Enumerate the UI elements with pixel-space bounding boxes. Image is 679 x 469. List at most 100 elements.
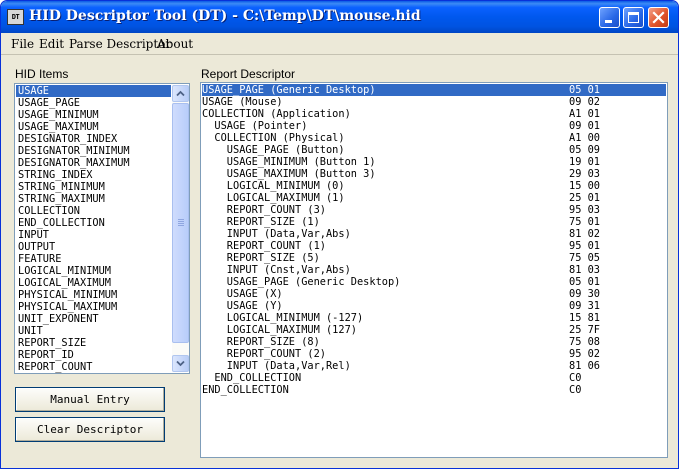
descriptor-row[interactable]: USAGE_MAXIMUM (Button 3) 29 03 <box>202 168 666 180</box>
descriptor-item-text: USAGE (Y) <box>202 300 283 312</box>
minimize-button[interactable] <box>599 7 620 28</box>
descriptor-bytes: 29 03 <box>569 168 600 180</box>
list-item[interactable]: USAGE <box>16 85 171 97</box>
app-icon[interactable]: DT <box>7 9 24 25</box>
descriptor-row[interactable]: LOGICAL_MINIMUM (0) 15 00 <box>202 180 666 192</box>
descriptor-row[interactable]: INPUT (Cnst,Var,Abs) 81 03 <box>202 264 666 276</box>
descriptor-bytes: 81 02 <box>569 228 600 240</box>
descriptor-bytes: 09 01 <box>569 120 600 132</box>
descriptor-bytes: 25 01 <box>569 192 600 204</box>
list-item[interactable]: LOGICAL_MAXIMUM <box>16 277 171 289</box>
list-item[interactable]: DESIGNATOR_MINIMUM <box>16 145 171 157</box>
report-descriptor-label: Report Descriptor <box>201 67 296 81</box>
descriptor-bytes: 05 01 <box>569 84 600 96</box>
descriptor-bytes: 15 00 <box>569 180 600 192</box>
list-item[interactable]: REPORT_SIZE <box>16 337 171 349</box>
list-item[interactable]: DESIGNATOR_INDEX <box>16 133 171 145</box>
list-item[interactable]: USAGE_PAGE <box>16 97 171 109</box>
descriptor-row[interactable]: USAGE_PAGE (Button) 05 09 <box>202 144 666 156</box>
descriptor-row[interactable]: REPORT_SIZE (5) 75 05 <box>202 252 666 264</box>
list-item[interactable]: STRING_INDEX <box>16 169 171 181</box>
list-item[interactable]: STRING_MINIMUM <box>16 181 171 193</box>
descriptor-item-text: END_COLLECTION <box>202 372 302 384</box>
descriptor-row[interactable]: REPORT_COUNT (2) 95 02 <box>202 348 666 360</box>
hid-items-list[interactable]: USAGE USAGE_PAGE USAGE_MINIMUM USAGE_MAXIMU… <box>14 83 190 374</box>
menu-edit[interactable]: Edit <box>39 37 64 51</box>
maximize-button[interactable] <box>623 7 644 28</box>
title-bar[interactable]: DT HID Descriptor Tool (DT) - C:\Temp\DT… <box>1 1 678 33</box>
descriptor-bytes: C0 <box>569 384 582 396</box>
hid-items-scrollbar[interactable] <box>172 85 189 372</box>
descriptor-row[interactable]: REPORT_COUNT (1) 95 01 <box>202 240 666 252</box>
descriptor-row[interactable]: INPUT (Data,Var,Rel) 81 06 <box>202 360 666 372</box>
list-item[interactable]: INPUT <box>16 229 171 241</box>
descriptor-item-text: REPORT_SIZE (1) <box>202 216 320 228</box>
list-item[interactable]: REPORT_ID <box>16 349 171 361</box>
menu-about[interactable]: About <box>157 37 193 51</box>
descriptor-item-text: REPORT_SIZE (5) <box>202 252 320 264</box>
descriptor-row[interactable]: USAGE_MINIMUM (Button 1) 19 01 <box>202 156 666 168</box>
descriptor-row[interactable]: REPORT_COUNT (3) 95 03 <box>202 204 666 216</box>
descriptor-bytes: 09 31 <box>569 300 600 312</box>
descriptor-row[interactable]: REPORT_SIZE (8) 75 08 <box>202 336 666 348</box>
list-item[interactable]: DESIGNATOR_MAXIMUM <box>16 157 171 169</box>
list-item[interactable]: REPORT_COUNT <box>16 361 171 373</box>
descriptor-row[interactable]: USAGE_PAGE (Generic Desktop) 05 01 <box>202 276 666 288</box>
report-descriptor-container: USAGE_PAGE (Generic Desktop) 05 01 USAGE (… <box>202 84 666 396</box>
descriptor-bytes: 09 02 <box>569 96 600 108</box>
descriptor-item-text: USAGE (X) <box>202 288 283 300</box>
list-item[interactable]: OUTPUT <box>16 241 171 253</box>
descriptor-row[interactable]: USAGE (Y) 09 31 <box>202 300 666 312</box>
list-item[interactable]: FEATURE <box>16 253 171 265</box>
descriptor-row[interactable]: INPUT (Data,Var,Abs) 81 02 <box>202 228 666 240</box>
list-item[interactable]: END_COLLECTION <box>16 217 171 229</box>
descriptor-row[interactable]: USAGE (Pointer) 09 01 <box>202 120 666 132</box>
scroll-down-button[interactable] <box>172 355 189 372</box>
list-item[interactable]: PHYSICAL_MINIMUM <box>16 289 171 301</box>
list-item[interactable]: USAGE_MINIMUM <box>16 109 171 121</box>
descriptor-bytes: 75 08 <box>569 336 600 348</box>
manual-entry-button[interactable]: Manual Entry <box>15 387 165 412</box>
descriptor-bytes: 09 30 <box>569 288 600 300</box>
menu-file[interactable]: File <box>11 37 34 51</box>
descriptor-row[interactable]: END_COLLECTION C0 <box>202 372 666 384</box>
descriptor-bytes: 95 03 <box>569 204 600 216</box>
menu-parse-descriptor[interactable]: Parse Descriptor <box>69 37 171 51</box>
descriptor-row[interactable]: COLLECTION (Physical) A1 00 <box>202 132 666 144</box>
list-item[interactable]: COLLECTION <box>16 205 171 217</box>
descriptor-item-text: USAGE_PAGE (Button) <box>202 144 345 156</box>
descriptor-row[interactable]: REPORT_SIZE (1) 75 01 <box>202 216 666 228</box>
list-item[interactable]: UNIT_EXPONENT <box>16 313 171 325</box>
list-item[interactable]: PHYSICAL_MAXIMUM <box>16 301 171 313</box>
clear-descriptor-button[interactable]: Clear Descriptor <box>15 417 165 442</box>
hid-items-label: HID Items <box>15 67 69 81</box>
list-item[interactable]: USAGE_MAXIMUM <box>16 121 171 133</box>
scroll-up-button[interactable] <box>172 85 189 102</box>
grip-line <box>178 225 184 226</box>
list-item[interactable]: UNIT <box>16 325 171 337</box>
descriptor-bytes: 05 09 <box>569 144 600 156</box>
close-icon <box>652 11 665 24</box>
descriptor-item-text: USAGE_MAXIMUM (Button 3) <box>202 168 376 180</box>
close-button[interactable] <box>648 7 669 28</box>
list-item[interactable]: STRING_MAXIMUM <box>16 193 171 205</box>
descriptor-row[interactable]: LOGICAL_MAXIMUM (127) 25 7F <box>202 324 666 336</box>
descriptor-row[interactable]: LOGICAL_MAXIMUM (1) 25 01 <box>202 192 666 204</box>
descriptor-item-text: END_COLLECTION <box>202 384 289 396</box>
descriptor-row[interactable]: COLLECTION (Application) A1 01 <box>202 108 666 120</box>
descriptor-row[interactable]: USAGE (X) 09 30 <box>202 288 666 300</box>
descriptor-item-text: REPORT_COUNT (3) <box>202 204 326 216</box>
descriptor-item-text: REPORT_SIZE (8) <box>202 336 320 348</box>
scroll-thumb[interactable] <box>172 103 189 343</box>
descriptor-row[interactable]: USAGE_PAGE (Generic Desktop) 05 01 <box>202 84 666 96</box>
descriptor-row[interactable]: LOGICAL_MINIMUM (-127) 15 81 <box>202 312 666 324</box>
minimize-icon <box>605 20 612 23</box>
descriptor-row[interactable]: END_COLLECTION C0 <box>202 384 666 396</box>
descriptor-row[interactable]: USAGE (Mouse) 09 02 <box>202 96 666 108</box>
descriptor-bytes: 81 03 <box>569 264 600 276</box>
descriptor-bytes: A1 00 <box>569 132 600 144</box>
report-descriptor-list[interactable]: USAGE_PAGE (Generic Desktop) 05 01 USAGE (… <box>200 82 668 458</box>
descriptor-item-text: REPORT_COUNT (1) <box>202 240 326 252</box>
descriptor-item-text: LOGICAL_MINIMUM (-127) <box>202 312 364 324</box>
list-item[interactable]: LOGICAL_MINIMUM <box>16 265 171 277</box>
